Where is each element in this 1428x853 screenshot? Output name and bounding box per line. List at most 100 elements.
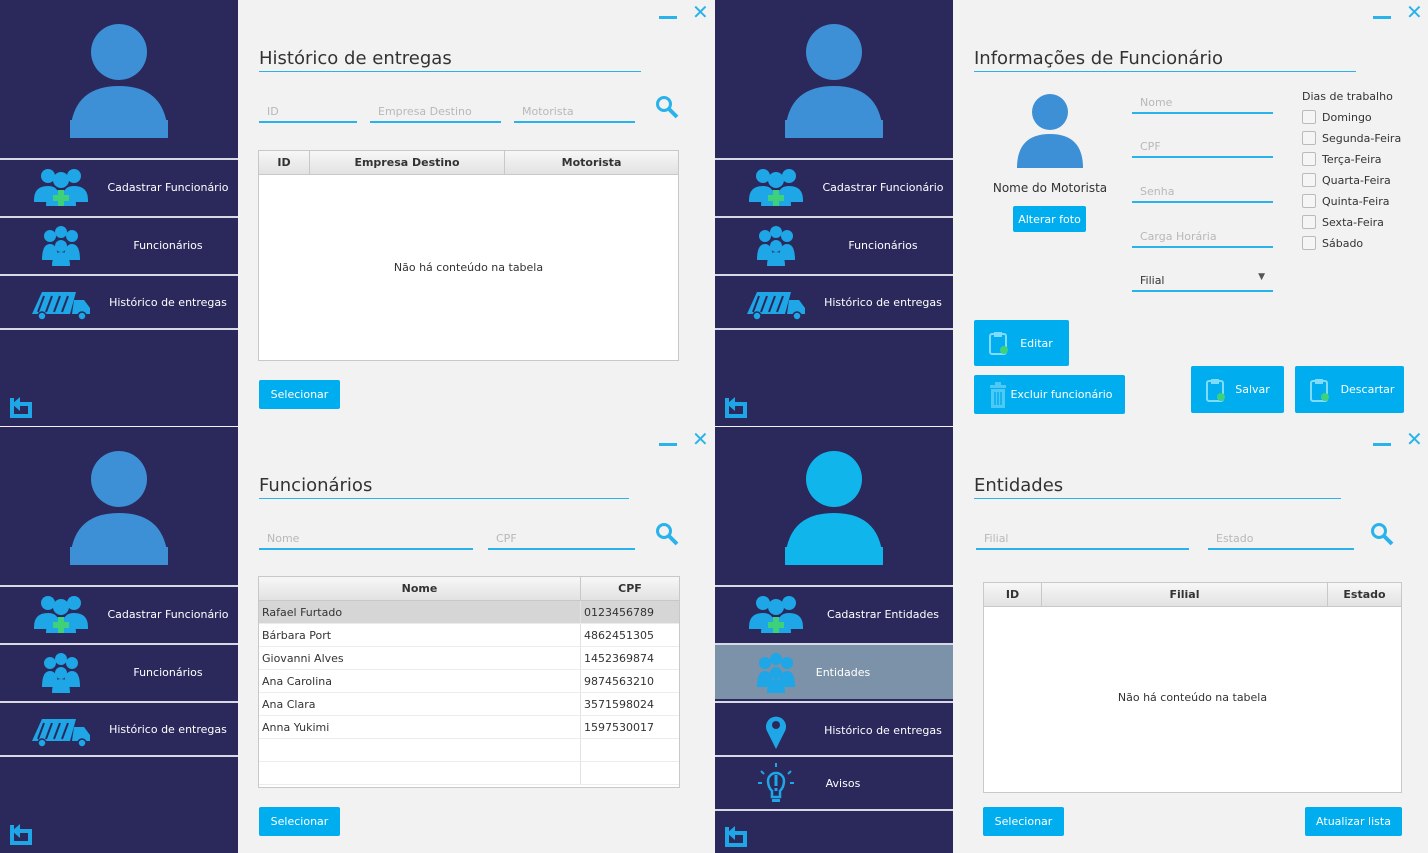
close-button[interactable]: ✕ bbox=[1406, 429, 1423, 449]
checkbox-label: Sexta-Feira bbox=[1322, 215, 1384, 229]
sidebar-item-cadastrar[interactable]: Cadastrar Funcionário bbox=[0, 585, 238, 641]
minimize-button[interactable] bbox=[1373, 16, 1391, 19]
estado-field[interactable]: Estado bbox=[1208, 528, 1354, 550]
checkbox-box[interactable] bbox=[1302, 236, 1316, 250]
day-checkbox-domingo[interactable]: Domingo bbox=[1302, 110, 1372, 124]
sidebar-item-historico[interactable]: Histórico de entregas bbox=[715, 701, 953, 757]
checkbox-box[interactable] bbox=[1302, 152, 1316, 166]
close-button[interactable]: ✕ bbox=[692, 429, 709, 449]
table-header: ID Empresa Destino Motorista bbox=[259, 151, 678, 175]
column-header[interactable]: Motorista bbox=[505, 151, 678, 174]
checkbox-box[interactable] bbox=[1302, 110, 1316, 124]
clipboard-check-icon bbox=[1206, 378, 1225, 402]
close-button[interactable]: ✕ bbox=[692, 2, 709, 22]
minimize-button[interactable] bbox=[1373, 443, 1391, 446]
table-row[interactable]: Rafael Furtado 0123456789 bbox=[259, 601, 679, 624]
column-header[interactable]: Nome bbox=[259, 577, 581, 600]
change-photo-button[interactable]: Alterar foto bbox=[1013, 206, 1086, 232]
users-icon bbox=[757, 226, 795, 266]
carga-horaria-field[interactable]: Carga Horária bbox=[1132, 226, 1273, 248]
checkbox-label: Domingo bbox=[1322, 110, 1372, 124]
checkbox-box[interactable] bbox=[1302, 215, 1316, 229]
checkbox-box[interactable] bbox=[1302, 194, 1316, 208]
refresh-list-button[interactable]: Atualizar lista bbox=[1305, 807, 1402, 836]
back-arrow-icon[interactable] bbox=[8, 821, 34, 847]
search-icon[interactable] bbox=[655, 522, 679, 546]
column-header[interactable]: Estado bbox=[1328, 583, 1401, 606]
checkbox-box[interactable] bbox=[1302, 173, 1316, 187]
column-header[interactable]: Filial bbox=[1042, 583, 1328, 606]
day-checkbox-segunda[interactable]: Segunda-Feira bbox=[1302, 131, 1401, 145]
column-header[interactable]: ID bbox=[984, 583, 1042, 606]
sidebar-item-funcionarios[interactable]: Funcionários bbox=[0, 216, 238, 272]
sidebar-item-entidades[interactable]: Entidades bbox=[715, 643, 953, 699]
back-arrow-icon[interactable] bbox=[8, 394, 34, 420]
edit-button[interactable]: Editar bbox=[974, 320, 1069, 366]
back-arrow-icon[interactable] bbox=[723, 394, 749, 420]
day-checkbox-quinta[interactable]: Quinta-Feira bbox=[1302, 194, 1390, 208]
cpf-field[interactable]: CPF bbox=[488, 528, 635, 550]
discard-button[interactable]: Descartar bbox=[1295, 366, 1404, 413]
filial-field[interactable]: Filial bbox=[976, 528, 1189, 550]
table-row[interactable]: Ana Clara 3571598024 bbox=[259, 693, 679, 716]
delete-employee-button[interactable]: Excluir funcionário bbox=[974, 375, 1125, 414]
minimize-button[interactable] bbox=[659, 443, 677, 446]
sidebar-item-cadastrar-entidades[interactable]: Cadastrar Entidades bbox=[715, 585, 953, 641]
motorista-field[interactable]: Motorista bbox=[514, 101, 635, 123]
table-cell: Bárbara Port bbox=[259, 624, 581, 646]
sidebar-item-historico[interactable]: Histórico de entregas bbox=[0, 274, 238, 330]
day-checkbox-sexta[interactable]: Sexta-Feira bbox=[1302, 215, 1384, 229]
table-cell: 3571598024 bbox=[584, 697, 654, 711]
sidebar-item-label: Avisos bbox=[825, 776, 861, 790]
back-arrow-icon[interactable] bbox=[723, 823, 749, 849]
select-button[interactable]: Selecionar bbox=[259, 807, 340, 836]
senha-field[interactable]: Senha bbox=[1132, 181, 1273, 203]
close-button[interactable]: ✕ bbox=[1406, 2, 1423, 22]
search-icon[interactable] bbox=[1370, 522, 1394, 546]
day-checkbox-terca[interactable]: Terça-Feira bbox=[1302, 152, 1381, 166]
page-title: Funcionários bbox=[259, 475, 629, 499]
sidebar-item-label: Cadastrar Entidades bbox=[827, 607, 939, 621]
clipboard-check-icon bbox=[989, 332, 1008, 355]
sidebar-item-historico[interactable]: Histórico de entregas bbox=[0, 701, 238, 757]
driver-photo-icon bbox=[1017, 94, 1083, 168]
sidebar-item-funcionarios[interactable]: Funcionários bbox=[0, 643, 238, 699]
minimize-button[interactable] bbox=[659, 16, 677, 19]
table-row[interactable]: Anna Yukimi 1597530017 bbox=[259, 716, 679, 739]
sidebar: Cadastrar Funcionário Funcionários Histó… bbox=[715, 0, 953, 426]
funcionarios-table: Nome CPF Rafael Furtado 0123456789 Bárbar… bbox=[258, 576, 680, 788]
panel-historico: Cadastrar Funcionário Funcionários Histó… bbox=[0, 0, 714, 426]
column-header[interactable]: Empresa Destino bbox=[310, 151, 505, 174]
sidebar-item-funcionarios[interactable]: Funcionários bbox=[715, 216, 953, 272]
sidebar-item-avisos[interactable]: Avisos bbox=[715, 755, 953, 811]
day-checkbox-quarta[interactable]: Quarta-Feira bbox=[1302, 173, 1391, 187]
table-row[interactable]: Ana Carolina 9874563210 bbox=[259, 670, 679, 693]
checkbox-box[interactable] bbox=[1302, 131, 1316, 145]
panel-informacoes: Cadastrar Funcionário Funcionários Histó… bbox=[715, 0, 1428, 426]
table-row[interactable]: Giovanni Alves 1452369874 bbox=[259, 647, 679, 670]
user-avatar-icon bbox=[70, 24, 168, 138]
save-button[interactable]: Salvar bbox=[1191, 366, 1284, 413]
nome-field[interactable]: Nome bbox=[259, 528, 473, 550]
column-header[interactable]: ID bbox=[259, 151, 310, 174]
truck-icon bbox=[32, 719, 90, 748]
nome-field[interactable]: Nome bbox=[1132, 92, 1273, 114]
empresa-destino-field[interactable]: Empresa Destino bbox=[370, 101, 501, 123]
sidebar-item-historico[interactable]: Histórico de entregas bbox=[715, 274, 953, 330]
empty-table-message: Não há conteúdo na tabela bbox=[1117, 691, 1268, 704]
search-icon[interactable] bbox=[655, 95, 679, 119]
sidebar-item-cadastrar[interactable]: Cadastrar Funcionário bbox=[715, 158, 953, 214]
day-checkbox-sabado[interactable]: Sábado bbox=[1302, 236, 1363, 250]
table-cell: 0123456789 bbox=[584, 605, 654, 619]
sidebar-item-cadastrar[interactable]: Cadastrar Funcionário bbox=[0, 158, 238, 214]
table-row[interactable]: Bárbara Port 4862451305 bbox=[259, 624, 679, 647]
cpf-field[interactable]: CPF bbox=[1132, 136, 1273, 158]
discard-button-label: Descartar bbox=[1340, 383, 1395, 396]
id-field[interactable]: ID bbox=[259, 101, 357, 123]
select-button[interactable]: Selecionar bbox=[259, 380, 340, 409]
select-button[interactable]: Selecionar bbox=[983, 807, 1064, 836]
checkbox-label: Segunda-Feira bbox=[1322, 131, 1402, 145]
filial-select[interactable]: Filial ▼ bbox=[1132, 270, 1273, 292]
sidebar-item-label: Funcionários bbox=[133, 665, 203, 679]
column-header[interactable]: CPF bbox=[581, 577, 679, 600]
